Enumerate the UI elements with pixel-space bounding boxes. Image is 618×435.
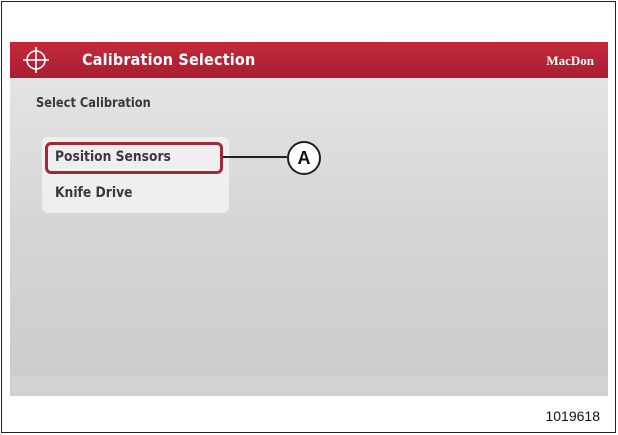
crosshair-icon	[23, 47, 49, 73]
page-title: Calibration Selection	[82, 50, 256, 69]
callout-marker: A	[287, 141, 321, 175]
brand-logo: MacDon	[546, 53, 594, 68]
main-panel	[10, 78, 608, 376]
menu-item-position-sensors[interactable]: Position Sensors	[55, 149, 171, 165]
menu-item-knife-drive[interactable]: Knife Drive	[55, 185, 132, 201]
section-label: Select Calibration	[36, 96, 151, 111]
title-bar: Calibration Selection MacDon	[10, 42, 608, 78]
figure-number: 1019618	[545, 408, 600, 424]
footer-band	[10, 376, 608, 396]
callout-leader-line	[223, 156, 287, 158]
